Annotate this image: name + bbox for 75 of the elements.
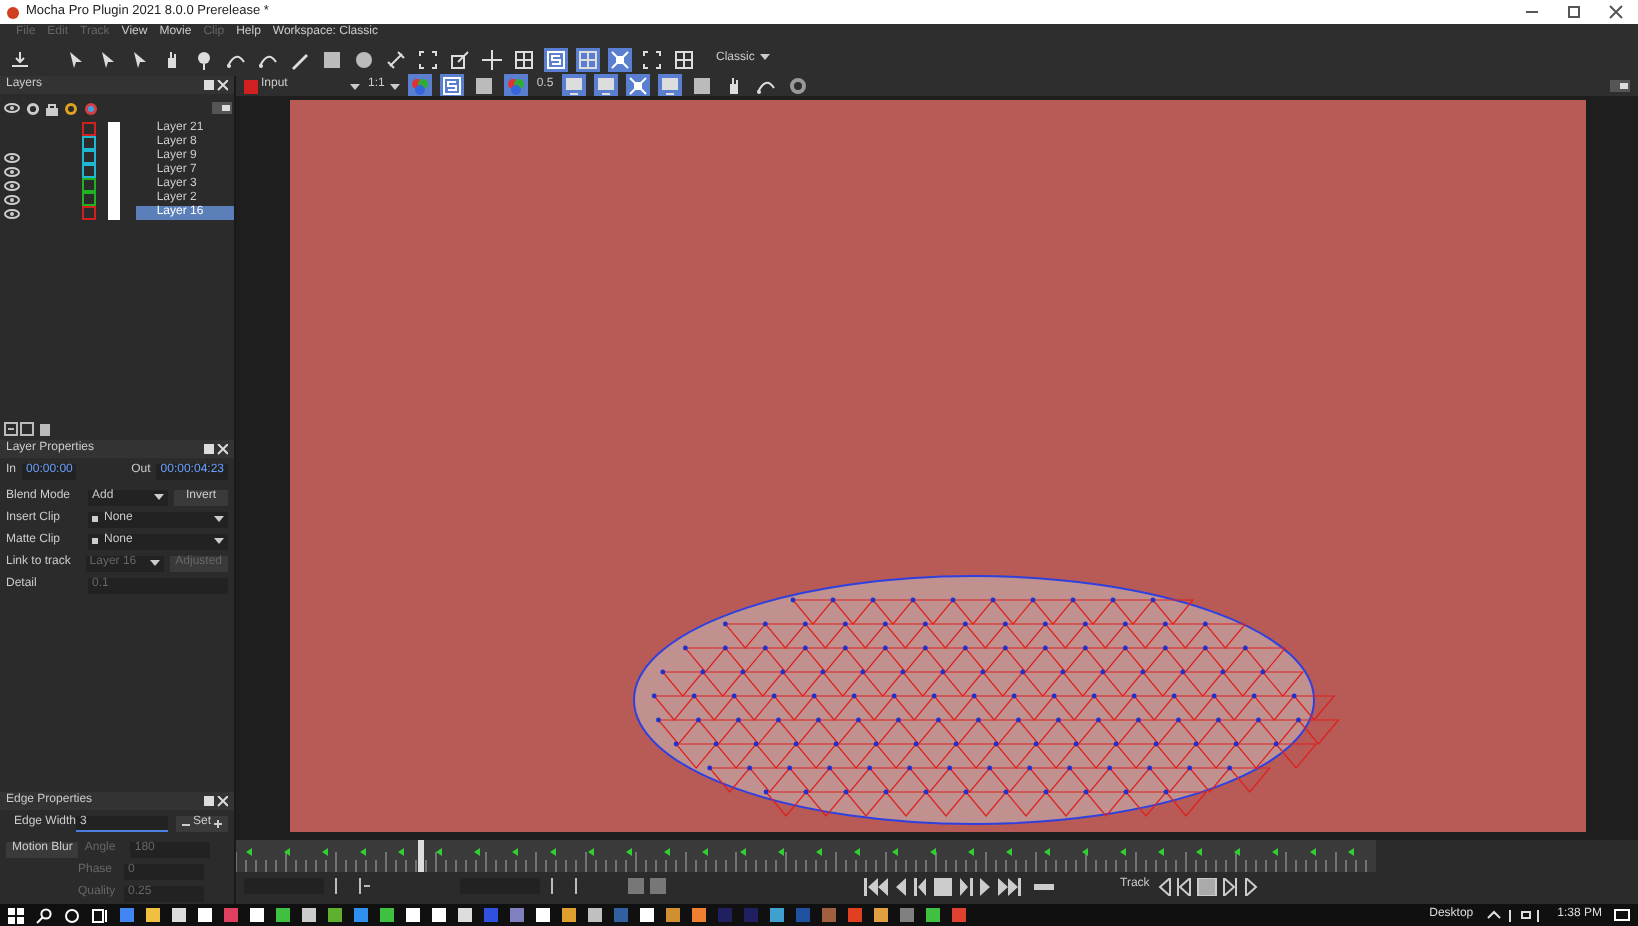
close-icon[interactable]	[1608, 4, 1624, 20]
monitor-icon[interactable]	[563, 76, 584, 96]
clip-icon	[92, 516, 98, 522]
grid-icon[interactable]	[514, 50, 534, 70]
transform-icon[interactable]	[450, 50, 470, 70]
zoom-icon[interactable]	[194, 50, 214, 70]
eye-icon[interactable]	[3, 102, 19, 114]
panel-menu-icon[interactable]	[1610, 80, 1630, 92]
lock-icon[interactable]	[45, 101, 57, 115]
duplicate-layer-icon[interactable]	[20, 421, 34, 435]
layer-tag-square[interactable]	[107, 122, 121, 136]
visibility-toggle[interactable]	[4, 165, 20, 177]
caret-icon	[214, 538, 224, 544]
hand-icon[interactable]	[162, 50, 182, 70]
panel-controls-icon[interactable]	[204, 795, 228, 807]
circle-icon[interactable]	[354, 50, 374, 70]
layer-tag-square[interactable]	[107, 206, 121, 220]
surface-icon[interactable]	[627, 76, 648, 96]
crosshair-icon[interactable]	[482, 50, 502, 70]
spline-icon[interactable]	[226, 50, 246, 70]
task-view-icon[interactable]	[92, 907, 108, 923]
caret-icon	[214, 516, 224, 522]
caret-icon	[154, 494, 164, 500]
monitor-icon[interactable]	[595, 76, 616, 96]
trash-icon[interactable]	[37, 421, 51, 435]
search-icon[interactable]	[36, 907, 52, 923]
link-icon[interactable]	[386, 50, 406, 70]
letter-icon[interactable]	[546, 50, 566, 70]
surface-icon[interactable]	[610, 50, 630, 70]
frame-icon[interactable]	[418, 50, 438, 70]
clip-icon	[92, 538, 98, 544]
color-swatch[interactable]	[81, 122, 96, 136]
square-icon[interactable]	[474, 76, 495, 96]
caret-icon	[149, 560, 160, 566]
start-icon[interactable]	[8, 907, 24, 923]
maximize-icon[interactable]	[1566, 4, 1582, 20]
color-swatch[interactable]	[81, 192, 96, 206]
color-swatch[interactable]	[81, 136, 96, 150]
add-layer-icon[interactable]	[3, 421, 17, 435]
visibility-toggle[interactable]	[4, 151, 20, 163]
gear-icon[interactable]	[25, 101, 39, 115]
pen-icon[interactable]	[290, 50, 310, 70]
plus-icon[interactable]	[214, 820, 222, 828]
color-swatch[interactable]	[81, 164, 96, 178]
notifications-icon[interactable]	[1614, 907, 1630, 923]
square-icon[interactable]	[691, 76, 712, 96]
visibility-toggle[interactable]	[4, 179, 20, 191]
app-logo-icon	[6, 5, 20, 19]
range-buttons-icon[interactable]	[548, 878, 668, 894]
pointer-icon[interactable]	[98, 50, 118, 70]
playhead[interactable]	[418, 840, 425, 872]
tracking-mesh-drawing[interactable]	[632, 575, 1339, 825]
panel-controls-icon[interactable]	[204, 443, 228, 455]
letter-icon[interactable]	[442, 76, 463, 96]
caret-icon	[760, 54, 771, 61]
circle-icon[interactable]	[64, 907, 80, 923]
pointer-icon[interactable]	[130, 50, 150, 70]
spline-icon[interactable]	[258, 50, 278, 70]
frame-icon[interactable]	[642, 50, 662, 70]
color-swatch[interactable]	[81, 150, 96, 164]
color-swatch[interactable]	[81, 178, 96, 192]
download-icon[interactable]	[10, 50, 30, 70]
visibility-toggle[interactable]	[4, 193, 20, 205]
pointer-icon[interactable]	[66, 50, 86, 70]
caret-icon	[390, 83, 401, 89]
panel-menu-icon[interactable]	[211, 102, 231, 114]
visibility-toggle[interactable]	[4, 207, 20, 219]
minus-icon[interactable]	[181, 823, 190, 825]
grid-icon[interactable]	[674, 50, 694, 70]
color-swatch[interactable]	[81, 206, 96, 220]
panel-controls-icon[interactable]	[204, 79, 228, 91]
spline-icon[interactable]	[755, 76, 776, 96]
caret-icon	[350, 83, 360, 89]
gear-icon[interactable]	[787, 76, 808, 96]
square-icon[interactable]	[322, 50, 342, 70]
